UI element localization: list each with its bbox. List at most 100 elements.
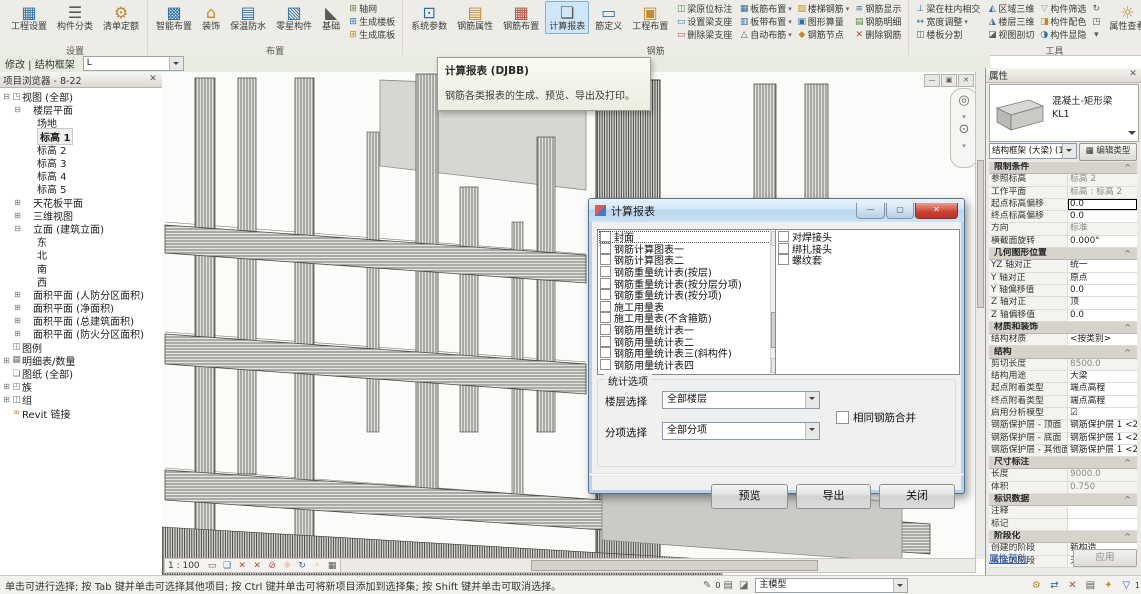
tree-item[interactable]: ⊞ 面积平面 (净面积)	[0, 301, 162, 314]
steering-wheel-icon[interactable]: ◎	[958, 93, 969, 113]
ribbon-button[interactable]: ☼ 属性查看	[1105, 1, 1141, 34]
property-value[interactable]: 顶	[1068, 297, 1137, 308]
viewport-minimize-icon[interactable]: —	[924, 74, 940, 87]
ribbon-small-button[interactable]: ▨ 楼梯钢筋 ▾	[796, 2, 850, 15]
chevron-down-icon[interactable]	[169, 57, 183, 70]
property-value[interactable]: 8500.0	[1068, 359, 1137, 370]
report-list-item[interactable]: 钢筋用量统计表四	[599, 359, 771, 371]
preview-button[interactable]: 预览	[711, 484, 788, 509]
chevron-down-icon[interactable]	[1062, 144, 1076, 158]
status-tool-icon[interactable]: ✦	[1101, 580, 1116, 591]
tree-item[interactable]: 东	[0, 235, 162, 248]
property-value[interactable]: 0.0	[1068, 285, 1137, 296]
tree-expander-icon[interactable]: ⊞	[13, 198, 22, 207]
property-value[interactable]	[1068, 519, 1137, 530]
view-control-icon[interactable]: ✕	[236, 561, 249, 571]
ribbon-small-button[interactable]: ▭ 设置梁支座	[675, 15, 734, 28]
ribbon-button[interactable]: ⌂ 装饰	[198, 1, 224, 34]
ribbon-small-button[interactable]: ◪ 视图剖切	[986, 28, 1034, 41]
tree-item[interactable]: ⊞ ◰ 族	[0, 380, 162, 393]
chevron-down-icon[interactable]: ▾	[962, 142, 966, 151]
tree-item[interactable]: 标高 5	[0, 182, 162, 195]
vertical-scrollbar[interactable]	[975, 72, 985, 559]
ribbon-small-button[interactable]: ▭ 删除梁支座	[675, 28, 734, 41]
ribbon-button[interactable]: ⊡ 系统参数	[407, 1, 451, 34]
ribbon-small-button[interactable]: ◭ 区域三维	[986, 2, 1034, 15]
close-dialog-button[interactable]: 关闭	[879, 484, 955, 509]
property-value[interactable]: 9000.0	[1068, 469, 1137, 480]
status-tool-icon[interactable]: ▤	[1083, 580, 1098, 591]
viewport-close-icon[interactable]: ✕	[958, 74, 974, 87]
tree-item[interactable]: 南	[0, 261, 162, 274]
scrollbar-thumb[interactable]	[977, 160, 984, 308]
joint-list-item[interactable]: 螺纹套	[777, 254, 958, 266]
chevron-down-icon[interactable]	[893, 579, 907, 592]
tree-item[interactable]: ◫ 图例	[0, 341, 162, 354]
checkbox-icon[interactable]	[600, 243, 611, 254]
close-icon[interactable]: ✕	[1127, 69, 1139, 81]
property-value[interactable]: 0.0	[1068, 310, 1137, 321]
view-control-icon[interactable]: ⊘	[266, 561, 279, 571]
view-control-icon[interactable]: ▦	[326, 561, 339, 571]
tree-item[interactable]: ⊞ 面积平面 (总建筑面积)	[0, 314, 162, 327]
property-value[interactable]: 0.0	[1068, 199, 1137, 210]
checkbox-icon[interactable]	[600, 266, 611, 277]
export-button[interactable]: 导出	[796, 484, 871, 509]
view-control-icon[interactable]: ✕	[251, 561, 264, 571]
tree-item[interactable]: ⊞ 天花板平面	[0, 196, 162, 209]
ribbon-small-button[interactable]: ⊞ 生成底板	[347, 28, 397, 41]
ribbon-button[interactable]: ☰ 构件分类	[53, 1, 97, 34]
checkbox-icon[interactable]	[600, 254, 611, 265]
ribbon-small-button[interactable]: ✕ 删除钢筋	[853, 28, 903, 41]
property-value[interactable]: 标高 : 标高 2	[1068, 187, 1137, 198]
checkbox-icon[interactable]	[600, 289, 611, 300]
status-tool-icon[interactable]: ⚙	[1029, 580, 1044, 591]
ribbon-button[interactable]: ▩ 智能布置	[152, 1, 196, 34]
chevron-down-icon[interactable]	[805, 423, 819, 439]
view-control-icon[interactable]: ☼	[281, 561, 294, 571]
tree-expander-icon[interactable]: ⊞	[2, 382, 11, 391]
ribbon-button[interactable]: ▦ 钢筋布置	[499, 1, 543, 34]
ribbon-small-button[interactable]: ⊞ 生成楼板	[347, 15, 397, 28]
tree-item[interactable]: 场地	[0, 116, 162, 129]
view-scale-button[interactable]: 1 : 100	[168, 561, 200, 571]
checkbox-icon[interactable]	[600, 278, 611, 289]
view-control-icon[interactable]: ▭	[206, 561, 219, 571]
tree-item[interactable]: 标高 4	[0, 169, 162, 182]
checkbox-icon[interactable]	[600, 347, 611, 358]
ribbon-small-button[interactable]: ▽ 构件筛选	[1038, 2, 1086, 15]
report-type-list[interactable]: 封面 钢筋计算图表一 钢筋计算图表二 钢筋重量统计表(按层) 钢筋重量统计表(按…	[597, 229, 786, 375]
tree-expander-icon[interactable]: ⊟	[13, 224, 22, 233]
tree-expander-icon[interactable]: ⊞	[13, 329, 22, 338]
ribbon-small-button[interactable]: ⊞ 轴网	[347, 2, 397, 15]
merge-rebar-checkbox[interactable]: 相同钢筋合并	[836, 410, 916, 425]
ribbon-icon-button[interactable]: ◳	[1090, 15, 1102, 28]
tree-item[interactable]: ⊞ ▦ 明细表/数量	[0, 354, 162, 367]
property-value[interactable]: 0.000°	[1068, 236, 1137, 247]
close-icon[interactable]: ✕	[147, 74, 159, 86]
tree-expander-icon[interactable]: ⊞	[13, 303, 22, 312]
ribbon-small-button[interactable]: ◨ 构件配色	[1038, 15, 1086, 28]
ribbon-small-button[interactable]: ◫ 梁原位标注	[675, 2, 734, 15]
ribbon-small-button[interactable]: ▦ 板筋布置 ▾	[738, 2, 792, 15]
checkbox-icon[interactable]	[836, 411, 849, 424]
tree-item[interactable]: ⊞ 三维视图	[0, 209, 162, 222]
checkbox-icon[interactable]	[600, 324, 611, 335]
tree-expander-icon[interactable]: ⊞	[13, 290, 22, 299]
property-value[interactable]: 钢筋保护层 1 <2...	[1068, 445, 1137, 456]
tree-item[interactable]: ⊞ 面积平面 (人防分区面积)	[0, 288, 162, 301]
worksets-icon[interactable]: ▤	[723, 580, 732, 591]
checkbox-icon[interactable]	[778, 254, 789, 265]
property-value[interactable]: 0.0	[1068, 211, 1137, 222]
property-value[interactable]: 标高 2	[1068, 174, 1137, 185]
property-value[interactable]: 标准	[1068, 223, 1137, 234]
ribbon-small-button[interactable]: ◆ 钢筋节点	[796, 28, 850, 41]
minimize-button[interactable]: —	[856, 203, 885, 219]
edit-type-button[interactable]: ▦ 编辑类型	[1079, 143, 1137, 161]
property-value[interactable]: 0.750	[1068, 482, 1137, 493]
tree-item[interactable]: 北	[0, 248, 162, 261]
properties-filter-combobox[interactable]: 结构框架 (大梁) (1)	[989, 143, 1077, 159]
chevron-down-icon[interactable]	[805, 392, 819, 408]
selection-filter-icon[interactable]: ▽	[1119, 580, 1134, 591]
ribbon-button[interactable]: ▤ 保温防水	[226, 1, 270, 34]
